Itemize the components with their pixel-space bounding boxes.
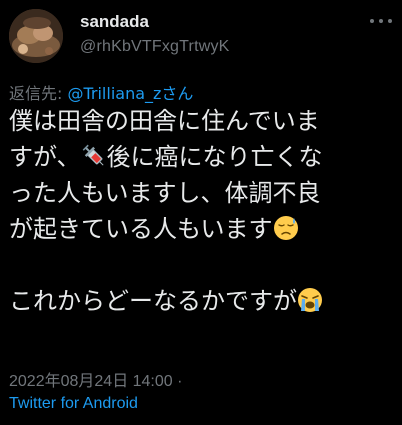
- tweet-source-link[interactable]: Twitter for Android: [9, 395, 138, 413]
- reply-mention-link[interactable]: @Trilliana_zさん: [67, 84, 193, 103]
- tweet-text-line: 僕は田舎の田舎に住んでいま: [9, 107, 320, 135]
- sad-relieved-face-emoji-icon: [273, 216, 298, 240]
- more-dot: [370, 19, 374, 23]
- author-display-name[interactable]: sandada: [80, 12, 149, 32]
- more-options-icon[interactable]: [370, 14, 392, 28]
- tweet-text-segment: が起きている人もいます: [9, 215, 273, 243]
- tweet-text-segment: すが、: [9, 143, 81, 171]
- more-dot: [388, 19, 392, 23]
- reply-to-label: 返信先: @Trilliana_zさん: [9, 80, 193, 104]
- tweet-text-line: すが、 後に癌になり亡くな: [9, 139, 395, 175]
- reply-prefix: 返信先:: [9, 84, 68, 103]
- tweet-text-line: った人もいますし、体調不良: [9, 179, 321, 207]
- avatar[interactable]: [9, 9, 63, 63]
- tweet-timestamp[interactable]: 2022年08月24日 14:00 ·: [9, 367, 182, 391]
- tweet-body: 僕は田舎の田舎に住んでいま すが、 後に癌になり亡くな った人もいますし、体調不…: [9, 103, 395, 319]
- syringe-emoji-icon: [82, 144, 104, 166]
- author-handle[interactable]: @rhKbVTFxgTrtwyK: [80, 38, 230, 56]
- tweet-text-line: これからどーなるかですが: [9, 283, 395, 319]
- tweet-text-segment: 後に癌になり亡くな: [106, 143, 323, 171]
- tweet-text-segment: これからどーなるかですが: [9, 287, 297, 315]
- loudly-crying-face-emoji-icon: [298, 288, 322, 312]
- tweet-text-line: が起きている人もいます: [9, 211, 395, 247]
- tweet-detail: sandada @rhKbVTFxgTrtwyK 返信先: @Trilliana…: [0, 0, 402, 425]
- more-dot: [379, 19, 383, 23]
